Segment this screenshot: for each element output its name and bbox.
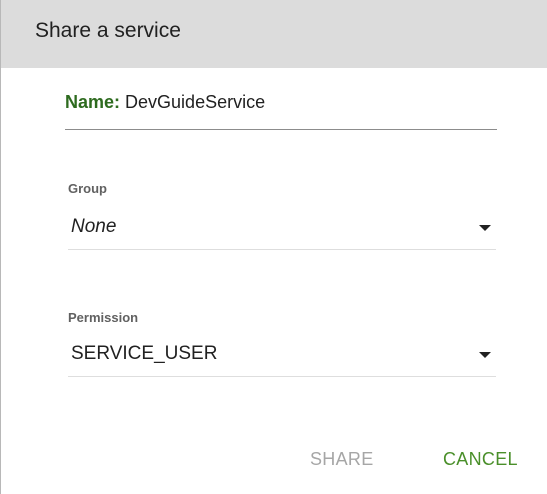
share-button[interactable]: SHARE [310,449,374,470]
permission-label: Permission [68,310,139,325]
dialog-header: Share a service [1,0,547,68]
service-name-value: DevGuideService [125,92,266,112]
caret-down-icon [479,352,491,358]
group-label: Group [68,181,107,196]
share-service-dialog: Share a service Name: DevGuideService Gr… [0,0,547,494]
permission-select[interactable]: SERVICE_USER [68,343,496,377]
group-select[interactable]: None [68,216,496,250]
service-name-row: Name: DevGuideService [65,92,497,130]
caret-down-icon [479,225,491,231]
permission-selected-value: SERVICE_USER [71,343,218,364]
name-label: Name: [65,92,121,112]
group-selected-value: None [71,216,117,237]
dialog-title: Share a service [35,18,181,42]
cancel-button[interactable]: CANCEL [443,449,518,470]
